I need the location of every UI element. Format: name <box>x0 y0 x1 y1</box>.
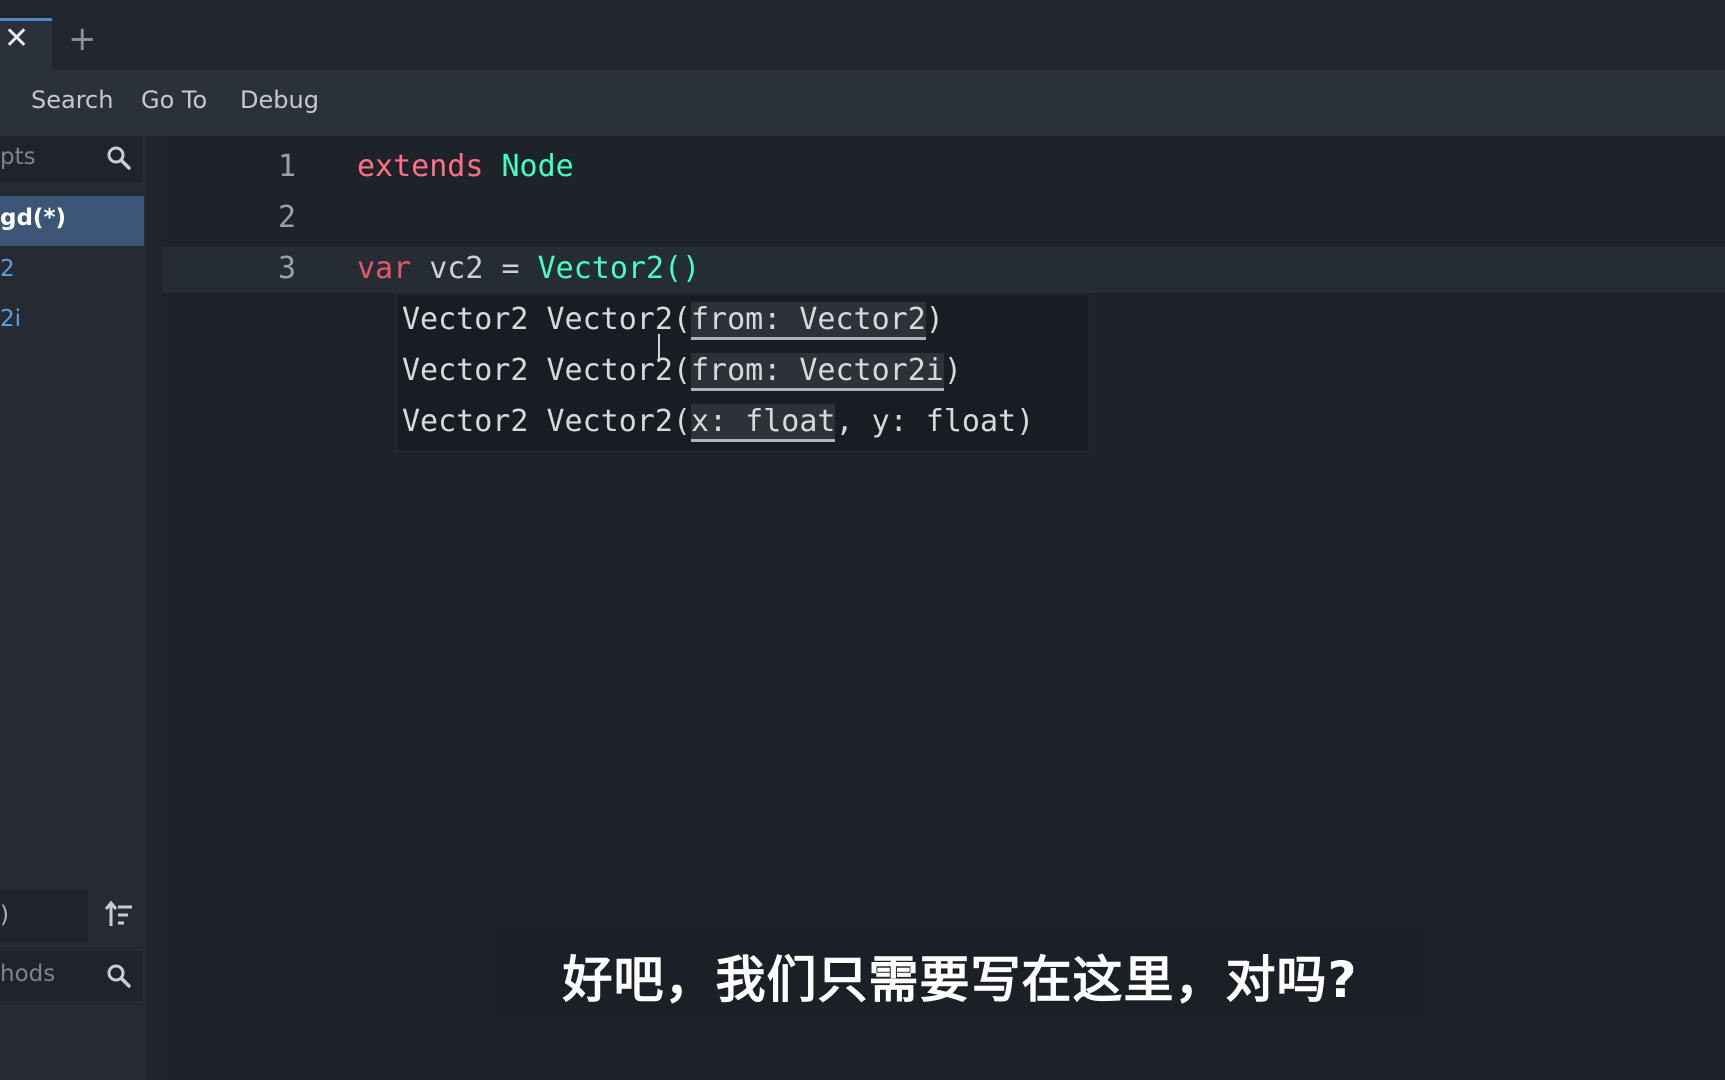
script-item-label[interactable]: 2 <box>0 256 15 282</box>
code-line-1[interactable]: extends Node <box>357 149 574 184</box>
menu-debug[interactable]: Debug <box>240 86 319 114</box>
method-sort-field[interactable] <box>0 890 88 942</box>
signature-active-arg: x: float <box>690 404 836 442</box>
script-item-label[interactable]: 2i <box>0 306 21 332</box>
signature-prefix: Vector2 Vector2( <box>402 302 691 337</box>
code-identifier: vc2 = <box>411 251 538 286</box>
add-tab-icon[interactable]: + <box>68 22 97 56</box>
menu-search[interactable]: Search <box>31 86 113 114</box>
signature-active-arg: from: Vector2i <box>690 353 944 391</box>
close-tab-icon[interactable]: ✕ <box>4 24 29 54</box>
tab-bar <box>0 0 1725 70</box>
signature-row: Vector2 Vector2(from: Vector2i) <box>402 353 962 391</box>
signature-prefix: Vector2 Vector2( <box>402 404 691 439</box>
script-item-label[interactable]: gd(*) <box>0 205 66 231</box>
line-number: 2 <box>277 200 296 235</box>
signature-row: Vector2 Vector2(x: float, y: float) <box>402 404 1035 442</box>
signature-row: Vector2 Vector2(from: Vector2) <box>402 302 944 340</box>
signature-prefix: Vector2 Vector2( <box>402 353 691 388</box>
panel-divider[interactable] <box>146 136 162 1080</box>
signature-rest: ) <box>943 353 962 388</box>
search-icon[interactable] <box>106 963 132 989</box>
method-sort-text: ) <box>0 902 9 928</box>
menu-go-to[interactable]: Go To <box>141 86 207 114</box>
signature-rest: ) <box>925 302 944 337</box>
code-keyword: extends <box>357 149 484 184</box>
code-call: Vector2() <box>537 251 701 286</box>
methods-filter-input[interactable]: hods <box>0 961 55 987</box>
subtitle: 好吧，我们只需要写在这里，对吗? <box>562 951 1358 1009</box>
line-number: 1 <box>277 149 296 184</box>
code-keyword: var <box>357 251 412 286</box>
code-type: Node <box>501 149 574 184</box>
sort-icon[interactable] <box>104 900 134 930</box>
search-icon[interactable] <box>106 145 132 171</box>
code-line-3[interactable]: var vc2 = Vector2() <box>357 251 700 286</box>
line-number: 3 <box>277 251 296 286</box>
signature-rest: , y: float) <box>835 404 1035 439</box>
text-cursor-icon <box>658 334 660 362</box>
signature-active-arg: from: Vector2 <box>690 302 926 340</box>
scripts-filter-input[interactable]: pts <box>0 144 36 170</box>
script-list <box>0 193 146 873</box>
